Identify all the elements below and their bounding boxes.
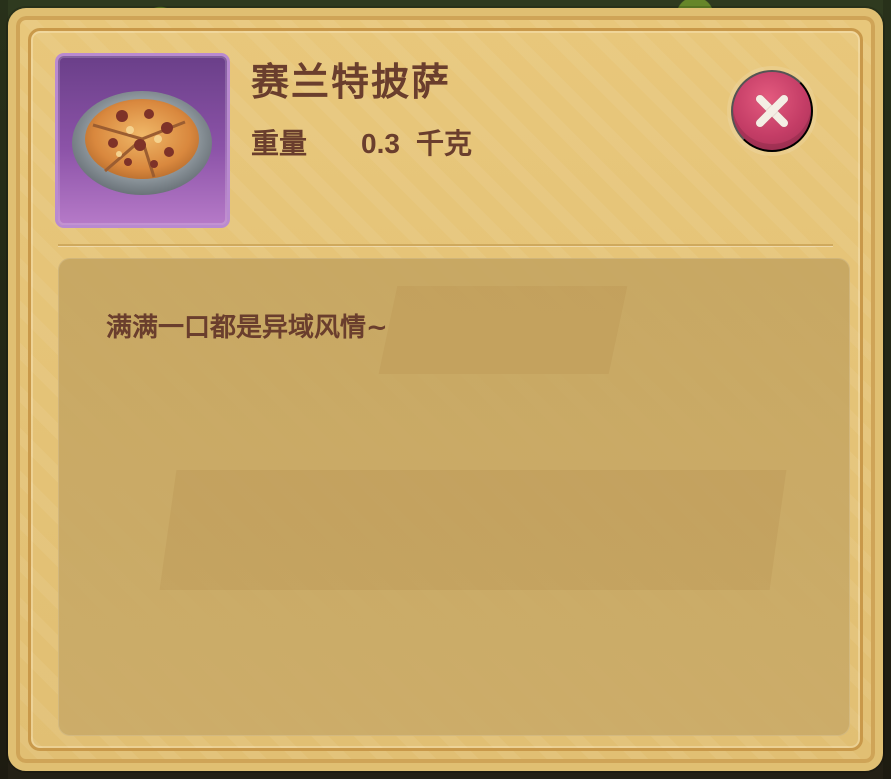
item-description: 满满一口都是异域风情~ (106, 313, 388, 343)
weight-unit: 千克 (415, 127, 472, 160)
description-panel: 满满一口都是异域风情~ (58, 258, 850, 736)
item-header: 赛兰特披萨 重量 0.3 千克 (58, 50, 849, 240)
item-detail-dialog: 赛兰特披萨 重量 0.3 千克 满满一口都是异域风情~ (8, 8, 883, 771)
left-background-edge (0, 0, 8, 779)
close-button[interactable] (731, 70, 813, 152)
item-info: 赛兰特披萨 重量 0.3 千克 (251, 60, 671, 170)
weight-value: 0.3 (361, 128, 400, 159)
close-icon (751, 90, 793, 132)
game-scene: 赛兰特披萨 重量 0.3 千克 满满一口都是异域风情~ (0, 0, 891, 779)
right-background-edge (883, 0, 891, 779)
header-divider (58, 244, 833, 246)
weight-label: 重量 (251, 127, 308, 160)
weight-row: 重量 0.3 千克 (251, 128, 472, 160)
item-card (58, 56, 227, 225)
item-title: 赛兰特披萨 (251, 60, 452, 104)
pizza-icon (72, 91, 212, 195)
